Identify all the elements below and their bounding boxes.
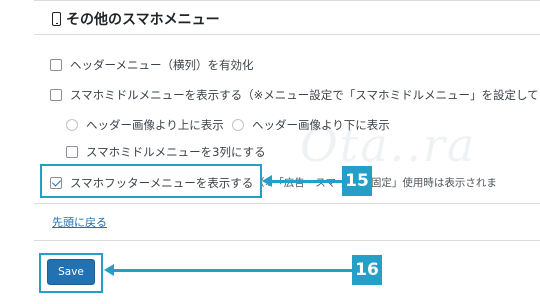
options-divider	[34, 203, 540, 204]
section-title: その他のスマホメニュー	[66, 12, 220, 28]
radio-above-header[interactable]: ヘッダー画像より上に表示	[66, 117, 224, 133]
back-to-top-link[interactable]: 先頭に戻る	[52, 214, 107, 230]
section-header: その他のスマホメニュー	[52, 6, 220, 32]
radio-above-label: ヘッダー画像より上に表示	[86, 118, 224, 132]
bottom-divider	[34, 240, 540, 241]
title-divider	[34, 34, 540, 35]
footer-menu-note: （※「広告・スマ ターに固定」使用時は表示されま	[254, 177, 497, 189]
save-button[interactable]: Save	[47, 259, 95, 285]
footer-option-highlight	[40, 164, 262, 198]
option-header-menu[interactable]: ヘッダーメニュー（横列）を有効化	[50, 57, 254, 73]
callout-15-badge: 15	[342, 166, 372, 196]
header-menu-checkbox[interactable]	[50, 59, 62, 71]
three-columns-checkbox[interactable]	[66, 146, 78, 158]
callout-15-arrow-line	[270, 180, 342, 183]
settings-panel: その他のスマホメニュー Ota..ra ヘッダーメニュー（横列）を有効化 スマホ…	[0, 0, 540, 304]
smartphone-icon	[52, 12, 61, 26]
callout-16-badge: 16	[352, 255, 382, 285]
radio-below-label: ヘッダー画像より下に表示	[252, 118, 390, 132]
three-columns-label: スマホミドルメニューを3列にする	[86, 145, 266, 159]
option-middle-menu[interactable]: スマホミドルメニューを表示する（※メニュー設定で「スマホミドルメニュー」を設定し…	[50, 87, 540, 103]
header-menu-label: ヘッダーメニュー（横列）を有効化	[70, 58, 254, 72]
radio-below-button[interactable]	[232, 119, 244, 131]
top-divider	[34, 0, 540, 1]
middle-menu-checkbox[interactable]	[50, 89, 62, 101]
callout-16-arrow-line	[112, 269, 352, 272]
option-three-columns[interactable]: スマホミドルメニューを3列にする	[66, 144, 266, 160]
radio-above-button[interactable]	[66, 119, 78, 131]
radio-below-header[interactable]: ヘッダー画像より下に表示	[232, 117, 390, 133]
middle-menu-label: スマホミドルメニューを表示する（※メニュー設定で「スマホミドルメニュー」を設定し…	[70, 88, 540, 102]
